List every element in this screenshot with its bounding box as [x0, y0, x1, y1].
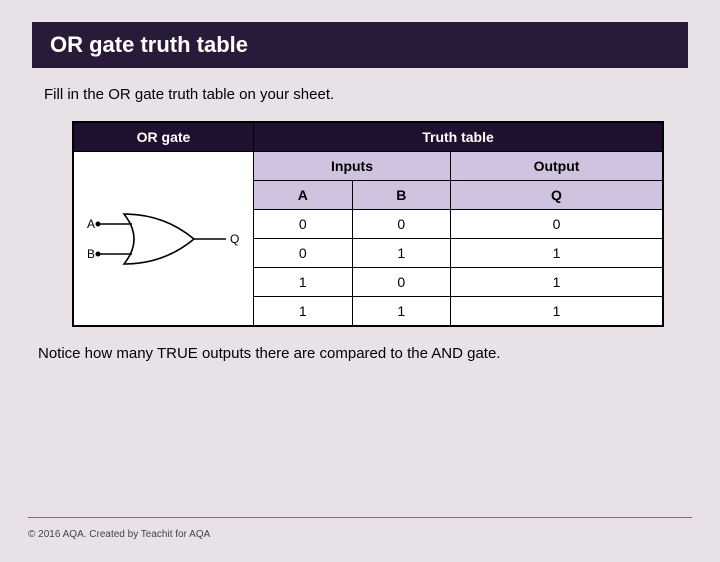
cell: 1 [254, 297, 353, 326]
title-bar: OR gate truth table [32, 22, 688, 68]
outro-text: Notice how many TRUE outputs there are c… [38, 345, 682, 362]
col-q: Q [451, 181, 663, 210]
cell: 1 [254, 268, 353, 297]
cell: 1 [451, 297, 663, 326]
truth-table: OR gate Truth table A B Q Inputs Output [73, 122, 663, 326]
truth-header: Truth table [254, 123, 663, 152]
cell: 0 [254, 239, 353, 268]
cell: 1 [352, 239, 451, 268]
output-header: Output [451, 152, 663, 181]
table-header-row-2: A B Q Inputs Output [74, 152, 663, 181]
gate-label-q: Q [230, 232, 239, 246]
or-gate-icon: A B Q [84, 184, 244, 294]
footer-text: © 2016 AQA. Created by Teachit for AQA [28, 529, 210, 540]
truth-table-container: OR gate Truth table A B Q Inputs Output [72, 121, 664, 327]
cell: 0 [451, 210, 663, 239]
cell: 0 [254, 210, 353, 239]
intro-text: Fill in the OR gate truth table on your … [44, 86, 676, 103]
cell: 0 [352, 268, 451, 297]
col-a: A [254, 181, 353, 210]
cell: 1 [352, 297, 451, 326]
cell: 1 [451, 239, 663, 268]
gate-label-a: A [87, 217, 95, 231]
cell: 0 [352, 210, 451, 239]
gate-diagram-cell: A B Q [74, 152, 254, 326]
footer-divider [28, 517, 692, 518]
inputs-header: Inputs [254, 152, 451, 181]
gate-header: OR gate [74, 123, 254, 152]
table-header-row-1: OR gate Truth table [74, 123, 663, 152]
col-b: B [352, 181, 451, 210]
gate-label-b: B [87, 247, 95, 261]
cell: 1 [451, 268, 663, 297]
page-title: OR gate truth table [50, 32, 670, 58]
